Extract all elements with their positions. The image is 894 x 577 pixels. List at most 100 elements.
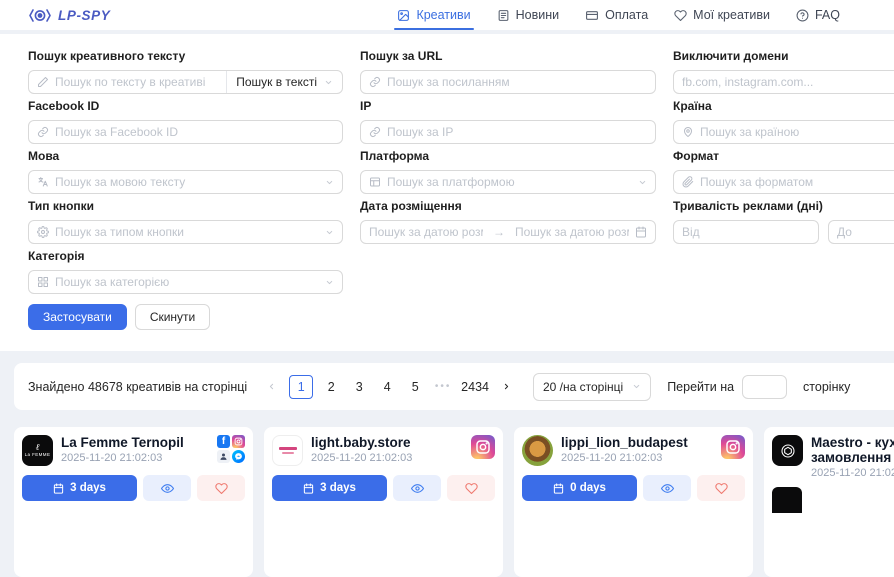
creative-card[interactable]: ℓ La FEMME La Femme Ternopil 2025-11-20 … <box>14 427 253 577</box>
favorite-button[interactable] <box>447 475 495 501</box>
date-from-input[interactable] <box>369 225 483 239</box>
pagination-page-3[interactable]: 3 <box>349 376 369 398</box>
emblem-icon <box>780 443 796 459</box>
eye-icon <box>411 482 424 495</box>
button-type-input[interactable] <box>55 225 319 239</box>
goto-page-input[interactable] <box>742 375 787 399</box>
facebook-icon[interactable]: f <box>217 435 230 448</box>
url-input[interactable] <box>387 75 647 89</box>
pagination-page-2[interactable]: 2 <box>321 376 341 398</box>
days-active-button[interactable]: 0 days <box>522 475 637 501</box>
days-label: 3 days <box>320 482 356 494</box>
ip-input-box <box>360 120 656 144</box>
card-social-icons: f <box>217 435 245 466</box>
page-size-select[interactable]: 20 /на сторінці <box>533 373 651 401</box>
creative-card[interactable]: Maestro - кухні, ме замовлення в Ужго 20… <box>764 427 894 577</box>
field-ip: IP <box>360 100 656 150</box>
card-title[interactable]: lippi_lion_budapest <box>561 435 713 450</box>
nav-tab-creatives[interactable]: Креативи <box>397 0 470 30</box>
platform-grid-icon <box>369 176 381 188</box>
messenger-icon[interactable] <box>232 450 245 463</box>
goto-page-label: Перейти на <box>667 380 734 394</box>
nav-tab-payment[interactable]: Оплата <box>585 0 648 30</box>
category-grid-icon <box>37 276 49 288</box>
eye-icon <box>661 482 674 495</box>
category-select[interactable] <box>28 270 343 294</box>
link-icon <box>37 126 49 138</box>
field-label: Категорія <box>28 250 343 263</box>
goto-page-suffix: сторінку <box>803 380 850 394</box>
card-title[interactable]: light.baby.store <box>311 435 463 450</box>
ip-input[interactable] <box>387 125 647 139</box>
language-input[interactable] <box>55 175 319 189</box>
view-button[interactable] <box>143 475 191 501</box>
nav-tab-my-creatives[interactable]: Мої креативи <box>674 0 770 30</box>
field-label: IP <box>360 100 656 113</box>
duration-to-input[interactable] <box>837 225 894 239</box>
date-range-picker[interactable]: → <box>360 220 656 244</box>
pagination-prev-button[interactable] <box>261 376 281 398</box>
pagination-page-1[interactable]: 1 <box>289 375 313 399</box>
link-icon <box>369 76 381 88</box>
creative-card[interactable]: light.baby.store 2025-11-20 21:02:03 3 d… <box>264 427 503 577</box>
instagram-icon[interactable] <box>232 435 245 448</box>
button-type-select[interactable] <box>28 220 343 244</box>
field-facebook-id: Facebook ID <box>28 100 343 150</box>
field-label: Тривалість реклами (дні) <box>673 200 894 213</box>
chevron-down-icon <box>325 228 334 237</box>
exclude-domains-input[interactable] <box>682 75 894 89</box>
field-url: Пошук за URL <box>360 50 656 100</box>
days-active-button[interactable]: 3 days <box>22 475 137 501</box>
favorite-button[interactable] <box>697 475 745 501</box>
days-active-button[interactable]: 3 days <box>272 475 387 501</box>
platform-select[interactable] <box>360 170 656 194</box>
duration-from-input[interactable] <box>682 225 810 239</box>
instagram-icon[interactable] <box>471 435 495 459</box>
field-exclude-domains: Виключити домени <box>673 50 894 100</box>
view-button[interactable] <box>643 475 691 501</box>
exclude-domains-input-box <box>673 70 894 94</box>
creative-text-input[interactable] <box>55 75 212 89</box>
nav-tab-news[interactable]: Новини <box>497 0 560 30</box>
audience-person-icon[interactable] <box>217 450 230 463</box>
instagram-icon[interactable] <box>721 435 745 459</box>
pagination-page-4[interactable]: 4 <box>377 376 397 398</box>
apply-button[interactable]: Застосувати <box>28 304 127 330</box>
nav-tab-faq[interactable]: FAQ <box>796 0 840 30</box>
chevron-right-icon <box>502 382 511 391</box>
news-icon <box>497 9 510 22</box>
days-label: 0 days <box>570 482 606 494</box>
creative-card[interactable]: lippi_lion_budapest 2025-11-20 21:02:03 … <box>514 427 753 577</box>
filters-grid: Пошук креативного тексту Пошук в тексті … <box>28 50 894 300</box>
field-label: Мова <box>28 150 343 163</box>
language-select[interactable] <box>28 170 343 194</box>
category-input[interactable] <box>55 275 319 289</box>
chevron-down-icon <box>638 178 647 187</box>
logo[interactable]: LP-SPY <box>28 8 110 23</box>
page-size-value: 20 /на сторінці <box>543 380 623 394</box>
pagination-next-button[interactable] <box>497 376 517 398</box>
country-input-box <box>673 120 894 144</box>
pagination-last-page[interactable]: 2434 <box>461 376 489 398</box>
avatar <box>522 435 553 466</box>
field-label: Пошук креативного тексту <box>28 50 343 63</box>
platform-input[interactable] <box>387 175 632 189</box>
country-input[interactable] <box>700 125 894 139</box>
top-header: LP-SPY Креативи Новини Оплата Мої креати… <box>0 0 894 30</box>
reset-button[interactable]: Скинути <box>135 304 210 330</box>
question-circle-icon <box>796 9 809 22</box>
heart-icon <box>465 482 478 495</box>
card-title[interactable]: Maestro - кухні, ме замовлення в Ужго <box>811 435 894 465</box>
format-input[interactable] <box>700 175 894 189</box>
date-to-input[interactable] <box>515 225 629 239</box>
facebook-id-input[interactable] <box>55 125 334 139</box>
pagination-ellipsis[interactable]: ••• <box>433 376 453 398</box>
text-search-mode-select[interactable]: Пошук в тексті <box>226 71 342 93</box>
pagination-page-5[interactable]: 5 <box>405 376 425 398</box>
paperclip-icon <box>682 176 694 188</box>
favorite-button[interactable] <box>197 475 245 501</box>
heart-icon <box>715 482 728 495</box>
field-label: Країна <box>673 100 894 113</box>
view-button[interactable] <box>393 475 441 501</box>
card-title[interactable]: La Femme Ternopil <box>61 435 209 450</box>
